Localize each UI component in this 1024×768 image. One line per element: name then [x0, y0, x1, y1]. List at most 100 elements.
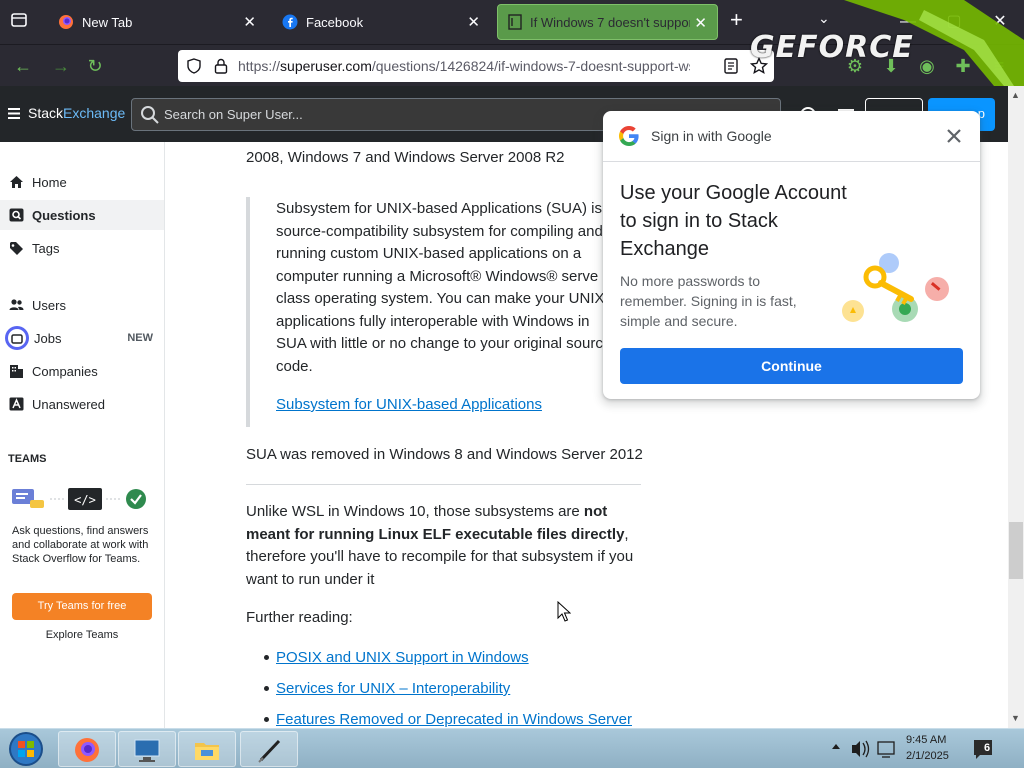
back-arrow-icon[interactable]: ← [12, 55, 34, 77]
divider [603, 161, 980, 162]
pen-icon [258, 739, 281, 763]
search-icon [141, 106, 159, 124]
close-tab-icon[interactable]: ✕ [243, 13, 256, 31]
reader-view-icon[interactable] [724, 58, 738, 74]
google-signin-dialog: Sign in with Google Use your Google Acco… [603, 111, 980, 399]
clock-time[interactable]: 9:45 AM [906, 734, 946, 746]
maximize-icon[interactable]: ▢ [942, 10, 966, 34]
close-tab-icon[interactable]: ✕ [467, 13, 480, 31]
home-icon [10, 176, 23, 188]
close-tab-icon[interactable]: ✕ [694, 14, 707, 32]
tag-icon [10, 242, 23, 255]
sidebar-item-jobs[interactable]: Jobs NEW [0, 323, 164, 353]
google-dialog-subtitle: No more passwords to remember. Signing i… [620, 273, 797, 329]
building-icon [10, 365, 23, 378]
tab-title: If Windows 7 doesn't support WSL... [530, 14, 690, 30]
list-bullet [264, 717, 269, 722]
url-bar[interactable]: https://superuser.com/questions/1426824/… [178, 50, 774, 82]
teams-description: Ask questions, find answers and collabor… [12, 525, 149, 565]
taskbar-firefox-button[interactable] [58, 731, 116, 767]
taskbar-app-button[interactable] [240, 731, 298, 767]
sidebar-item-companies[interactable]: Companies [0, 356, 164, 386]
facebook-icon [282, 14, 298, 30]
scrollbar-thumb[interactable] [1009, 522, 1023, 579]
sua-removed-text: SUA was removed in Windows 8 and Windows… [246, 446, 643, 463]
taskbar-remote-desktop-button[interactable] [118, 731, 176, 767]
google-dialog-title: Use your Google Account to sign in to St… [620, 182, 847, 260]
sidebar-item-tags[interactable]: Tags [0, 233, 164, 263]
windows-taskbar: 9:45 AM 2/1/2025 6 [0, 728, 1024, 768]
sidebar-toggle-icon[interactable] [10, 11, 28, 29]
reading-link[interactable]: Services for UNIX – Interoperability [276, 680, 510, 697]
google-dialog-header: Sign in with Google [651, 128, 772, 144]
google-logo-icon [619, 126, 639, 146]
close-icon[interactable] [944, 126, 964, 146]
menu-hamburger-icon[interactable]: ≡ [988, 55, 1010, 77]
answer-paragraph-line: meant for running Linux ELF executable f… [246, 525, 629, 543]
forward-arrow-icon[interactable]: → [50, 55, 72, 77]
answer-paragraph-line: therefore you'll have to recompile for t… [246, 548, 634, 565]
stackexchange-logo[interactable]: Stack Exchange [8, 105, 125, 121]
volume-icon [852, 741, 860, 757]
extensions-puzzle-icon[interactable]: ✚ [952, 55, 974, 77]
account-icon[interactable]: ◉ [916, 55, 938, 77]
new-badge: NEW [127, 332, 153, 344]
monitor-icon [134, 739, 160, 762]
tab-title: New Tab [82, 14, 133, 30]
reload-icon[interactable]: ↻ [84, 55, 106, 77]
network-icon [877, 741, 895, 755]
url-text[interactable]: https://superuser.com/questions/1426824/… [238, 58, 690, 74]
geforce-brand-text: GEFORCE [750, 30, 914, 65]
clock-date[interactable]: 2/1/2025 [906, 750, 949, 762]
folder-icon [195, 743, 219, 760]
shield-icon[interactable] [186, 58, 202, 74]
firefox-icon [75, 738, 99, 762]
reading-link[interactable]: Features Removed or Deprecated in Window… [276, 711, 632, 728]
notification-count: 6 [984, 742, 991, 754]
new-tab-plus-icon[interactable]: + [730, 9, 743, 31]
answer-text-line: 2008, Windows 7 and Windows Server 2008 … [246, 149, 565, 166]
answer-paragraph-line: want to run under it [246, 570, 375, 588]
quote-source-link[interactable]: Subsystem for UNIX-based Applications [276, 396, 542, 413]
tab-facebook[interactable]: Facebook ✕ [272, 4, 490, 40]
lock-icon[interactable] [214, 58, 228, 74]
show-hidden-icons-icon [832, 744, 840, 749]
start-button-icon[interactable] [6, 730, 46, 768]
close-window-icon[interactable]: ✕ [988, 10, 1012, 34]
sidebar-item-unanswered[interactable]: Unanswered [0, 389, 164, 419]
users-icon [9, 299, 24, 310]
superuser-favicon-icon [508, 14, 522, 30]
explore-teams-link[interactable]: Explore Teams [12, 629, 152, 641]
further-reading-heading: Further reading: [246, 609, 353, 626]
list-tabs-chevron-icon[interactable]: ⌄ [818, 10, 830, 27]
tab-superuser-active[interactable]: If Windows 7 doesn't support WSL... ✕ [497, 4, 718, 40]
tab-new-tab[interactable]: New Tab ✕ [48, 4, 266, 40]
divider [246, 484, 641, 485]
svg-text:</>: </> [74, 493, 96, 507]
search-placeholder: Search on Super User... [164, 107, 303, 122]
unanswered-icon [9, 397, 24, 411]
scroll-down-arrow-icon[interactable]: ▼ [1011, 713, 1020, 723]
scroll-up-arrow-icon[interactable]: ▲ [1011, 90, 1020, 100]
tab-title: Facebook [306, 14, 364, 30]
key-illustration [842, 253, 949, 322]
teams-heading: TEAMS [8, 453, 47, 465]
taskbar-explorer-button[interactable] [178, 731, 236, 767]
briefcase-icon [5, 326, 29, 350]
firefox-icon [59, 15, 73, 29]
sidebar-item-users[interactable]: Users [0, 290, 164, 320]
teams-illustration: </> [12, 488, 146, 510]
try-teams-button[interactable]: Try Teams for free [12, 593, 152, 620]
answer-paragraph-line: Unlike WSL in Windows 10, those subsyste… [246, 503, 608, 520]
logo-bars-icon [8, 107, 20, 119]
sidebar-item-home[interactable]: Home [0, 167, 164, 197]
mouse-cursor-icon [557, 601, 571, 622]
continue-button[interactable]: Continue [620, 348, 963, 384]
questions-icon [9, 208, 24, 222]
list-bullet [264, 686, 269, 691]
sidebar-item-questions[interactable]: Questions [0, 200, 164, 230]
page-scrollbar[interactable]: ▲ ▼ [1008, 86, 1024, 728]
reading-link[interactable]: POSIX and UNIX Support in Windows [276, 649, 529, 666]
list-bullet [264, 655, 269, 660]
left-sidebar: Home Questions Tags Users Jobs NEW Compa… [0, 142, 165, 728]
